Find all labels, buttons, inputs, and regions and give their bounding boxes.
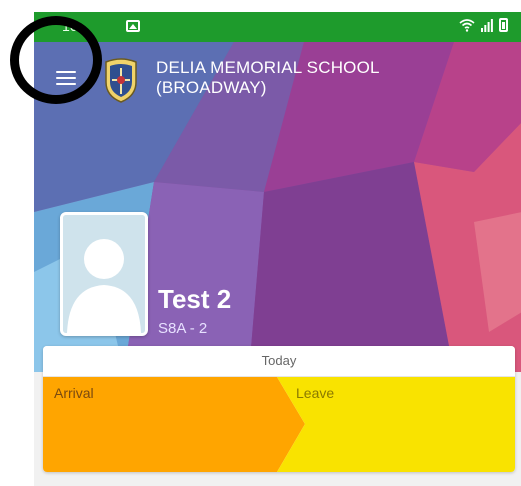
- menu-button[interactable]: [40, 52, 92, 104]
- attendance-date-label: Today: [43, 346, 515, 377]
- wifi-icon: [459, 19, 475, 32]
- avatar[interactable]: [60, 212, 148, 336]
- status-icons: [459, 18, 508, 32]
- status-bar: 16:: [34, 12, 521, 42]
- school-name-line2: (BROADWAY): [156, 78, 267, 97]
- leave-label: Leave: [296, 385, 335, 401]
- image-icon: [126, 20, 140, 32]
- arrival-label: Arrival: [54, 385, 94, 401]
- default-avatar-icon: [63, 215, 145, 333]
- signal-icon: [481, 19, 493, 32]
- school-name-line1: DELIA MEMORIAL SCHOOL: [156, 58, 380, 77]
- school-crest-icon: [105, 58, 137, 103]
- attendance-card[interactable]: Today Arrival Leave: [43, 346, 515, 472]
- profile-hero: DELIA MEMORIAL SCHOOL (BROADWAY) Test 2 …: [34, 42, 521, 372]
- hamburger-menu-icon: [56, 71, 76, 85]
- school-name: DELIA MEMORIAL SCHOOL (BROADWAY): [156, 58, 380, 98]
- status-time: 16:: [62, 18, 82, 34]
- attendance-status-graphic: [43, 377, 515, 472]
- app-screen: 16: DELIA MEMORIAL SCHOOL (BROADWAY) Tes…: [34, 12, 521, 486]
- attendance-status-row: Arrival Leave: [43, 377, 515, 472]
- student-class: S8A - 2: [158, 320, 208, 337]
- battery-icon: [499, 18, 508, 32]
- student-name: Test 2: [158, 284, 232, 314]
